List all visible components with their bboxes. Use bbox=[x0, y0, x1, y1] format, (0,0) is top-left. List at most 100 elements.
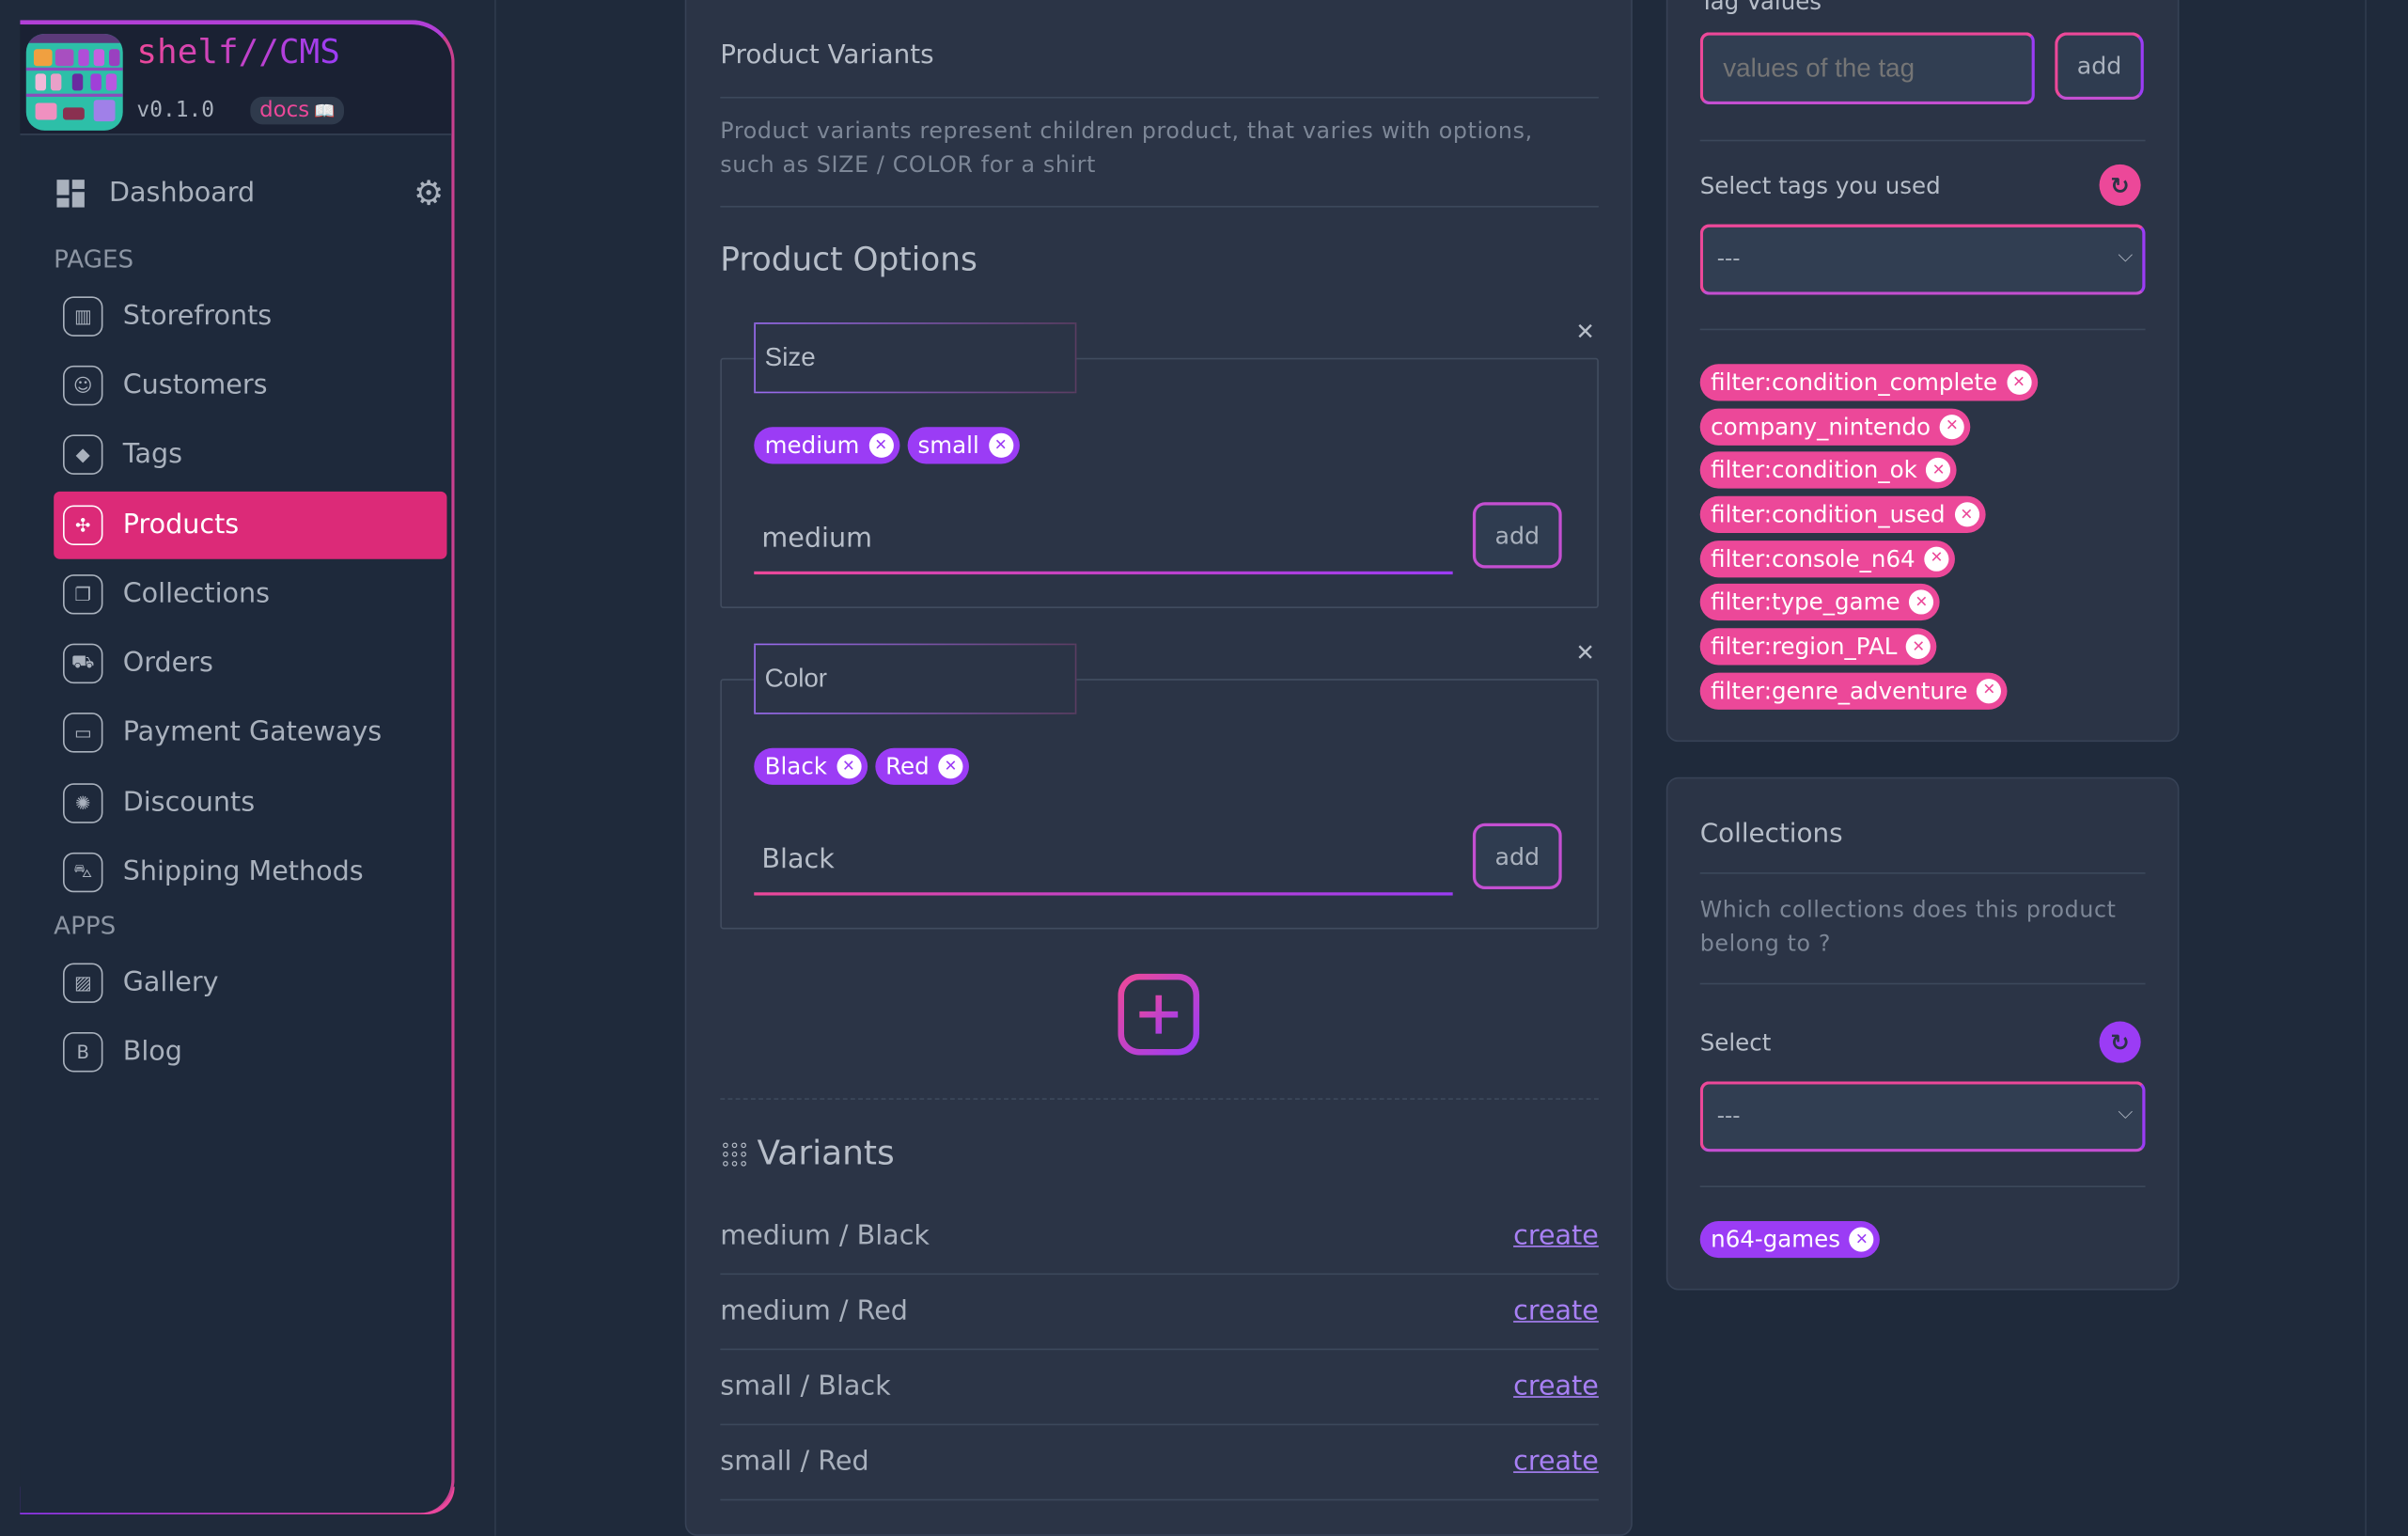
sidebar-item-label: Discounts bbox=[122, 788, 256, 819]
option-name-input[interactable] bbox=[754, 322, 1077, 394]
truck-icon: ⛍ bbox=[62, 852, 103, 893]
tag-chip: filter:type_game ✕ bbox=[1699, 584, 1941, 621]
sidebar-item-label: Payment Gateways bbox=[122, 717, 383, 748]
panel-title: Product Variants bbox=[720, 39, 934, 71]
sidebar-item-products[interactable]: ✣ Products bbox=[54, 491, 447, 559]
tag-chip: company_nintendo ✕ bbox=[1699, 408, 1971, 446]
collection-chip: n64-games ✕ bbox=[1699, 1220, 1881, 1259]
chip-label: medium bbox=[764, 431, 860, 460]
chip-label: filter:genre_adventure bbox=[1711, 677, 1968, 705]
sidebar-item-label: Gallery bbox=[122, 967, 219, 999]
remove-option-icon[interactable]: ✕ bbox=[1575, 639, 1595, 666]
value-chip: Red ✕ bbox=[874, 747, 970, 785]
collection-chip-list: n64-games ✕ bbox=[1699, 1220, 1888, 1259]
sidebar-item-label: Collections bbox=[122, 578, 271, 610]
sidebar-item-dashboard[interactable]: Dashboard ⚙ bbox=[51, 160, 444, 227]
create-variant-link[interactable]: create bbox=[1513, 1447, 1599, 1478]
sidebar-item-storefronts[interactable]: ▥ Storefronts bbox=[54, 283, 446, 351]
select-value: --- bbox=[1716, 1104, 1741, 1129]
tag-chip: filter:console_n64 ✕ bbox=[1699, 540, 1956, 577]
sidebar-item-orders[interactable]: ⛟ Orders bbox=[54, 630, 446, 697]
sidebar-item-payment-gateways[interactable]: ▭ Payment Gateways bbox=[54, 698, 446, 766]
remove-chip-icon[interactable]: ✕ bbox=[938, 754, 963, 779]
add-value-button[interactable]: add bbox=[1472, 823, 1562, 890]
app-title: shelf//CMS bbox=[136, 33, 340, 72]
option-value-input[interactable]: medium bbox=[754, 503, 1453, 575]
variant-label: medium / Black bbox=[720, 1220, 930, 1252]
sidebar-item-discounts[interactable]: ✺ Discounts bbox=[54, 770, 446, 838]
add-option-button[interactable] bbox=[1117, 972, 1201, 1057]
card-icon: ▭ bbox=[62, 713, 103, 753]
panel-description: such as SIZE / COLOR for a shirt bbox=[720, 153, 1097, 179]
sidebar-item-label: Shipping Methods bbox=[122, 856, 364, 888]
dashboard-icon bbox=[56, 180, 85, 208]
remove-chip-icon[interactable]: ✕ bbox=[1906, 635, 1931, 660]
sidebar-item-label: Blog bbox=[122, 1036, 182, 1068]
tag-values-input[interactable] bbox=[1699, 32, 2035, 105]
tags-select[interactable]: --- ⌵ bbox=[1699, 224, 2146, 295]
remove-chip-icon[interactable]: ✕ bbox=[1939, 414, 1964, 439]
tags-panel: Tag Values add Select tags you used ↻ --… bbox=[1665, 0, 2180, 743]
create-variant-link[interactable]: create bbox=[1513, 1221, 1599, 1252]
option-values: Black ✕ Red ✕ bbox=[754, 747, 977, 785]
collections-panel: Collections Which collections does this … bbox=[1665, 776, 2180, 1291]
collections-select[interactable]: --- ⌵ bbox=[1699, 1081, 2146, 1152]
option-name-input[interactable] bbox=[754, 643, 1077, 714]
logo[interactable] bbox=[25, 33, 123, 131]
remove-chip-icon[interactable]: ✕ bbox=[2006, 369, 2032, 395]
remove-chip-icon[interactable]: ✕ bbox=[1924, 546, 1949, 572]
variant-row: medium / Black create bbox=[720, 1199, 1599, 1276]
sidebar-item-tags[interactable]: ◆ Tags bbox=[54, 421, 446, 489]
value-chip: small ✕ bbox=[907, 427, 1020, 464]
refresh-icon[interactable]: ↻ bbox=[2099, 1021, 2141, 1063]
refresh-icon[interactable]: ↻ bbox=[2099, 164, 2141, 206]
panel-description: Which collections does this product bbox=[1699, 898, 2117, 923]
option-value-input[interactable]: Black bbox=[754, 824, 1453, 896]
panel-title: Collections bbox=[1699, 818, 1843, 850]
remove-chip-icon[interactable]: ✕ bbox=[1926, 458, 1951, 483]
remove-chip-icon[interactable]: ✕ bbox=[1954, 502, 1979, 527]
value-chip: medium ✕ bbox=[754, 427, 899, 464]
remove-chip-icon[interactable]: ✕ bbox=[1909, 590, 1934, 616]
gear-icon[interactable]: ⚙ bbox=[414, 174, 444, 212]
panel-description: Product variants represent children prod… bbox=[720, 119, 1533, 145]
variant-row: small / Red create bbox=[720, 1425, 1599, 1501]
chip-label: filter:type_game bbox=[1711, 588, 1900, 617]
sidebar-item-label: Products bbox=[122, 509, 240, 541]
sidebar-item-label: Tags bbox=[122, 439, 183, 470]
remove-chip-icon[interactable]: ✕ bbox=[1977, 678, 2002, 704]
create-variant-link[interactable]: create bbox=[1513, 1296, 1599, 1327]
sidebar-item-customers[interactable]: ☺ Customers bbox=[54, 352, 446, 419]
remove-chip-icon[interactable]: ✕ bbox=[988, 432, 1013, 458]
remove-chip-icon[interactable]: ✕ bbox=[1849, 1227, 1874, 1252]
variant-label: medium / Red bbox=[720, 1296, 908, 1327]
remove-chip-icon[interactable]: ✕ bbox=[836, 754, 861, 779]
tag-chip: filter:region_PAL ✕ bbox=[1699, 628, 1937, 666]
docs-label: docs bbox=[259, 98, 310, 123]
app-version: v0.1.0 bbox=[136, 98, 215, 123]
section-label-pages: PAGES bbox=[54, 243, 134, 274]
grid-dots-icon: ∘∘∘ ∘∘∘ ∘∘∘ bbox=[720, 1134, 749, 1173]
sidebar-item-blog[interactable]: B Blog bbox=[54, 1018, 446, 1086]
sidebar-header: shelf//CMS v0.1.0 docs 📖 bbox=[20, 24, 452, 135]
remove-option-icon[interactable]: ✕ bbox=[1575, 318, 1595, 345]
book-icon: 📖 bbox=[314, 101, 336, 122]
remove-chip-icon[interactable]: ✕ bbox=[868, 432, 894, 458]
sidebar-item-shipping-methods[interactable]: ⛍ Shipping Methods bbox=[54, 839, 446, 906]
create-variant-link[interactable]: create bbox=[1513, 1371, 1599, 1403]
sidebar-item-label: Orders bbox=[122, 648, 213, 680]
add-tag-value-button[interactable]: add bbox=[2055, 32, 2144, 101]
sidebar-item-collections[interactable]: ❐ Collections bbox=[54, 560, 446, 628]
plus-square-icon bbox=[1118, 973, 1200, 1056]
variant-row: small / Black create bbox=[720, 1350, 1599, 1426]
variant-label: small / Black bbox=[720, 1371, 891, 1403]
sidebar-item-gallery[interactable]: ▨ Gallery bbox=[54, 949, 446, 1017]
divider bbox=[2365, 0, 2367, 1536]
add-value-button[interactable]: add bbox=[1472, 502, 1562, 569]
select-value: --- bbox=[1716, 247, 1741, 273]
select-tags-label: Select tags you used bbox=[1699, 171, 1941, 200]
chip-label: Black bbox=[764, 752, 828, 781]
docs-link[interactable]: docs 📖 bbox=[250, 96, 345, 125]
chevron-down-icon: ⌵ bbox=[2118, 243, 2134, 268]
chip-label: Red bbox=[885, 752, 930, 781]
